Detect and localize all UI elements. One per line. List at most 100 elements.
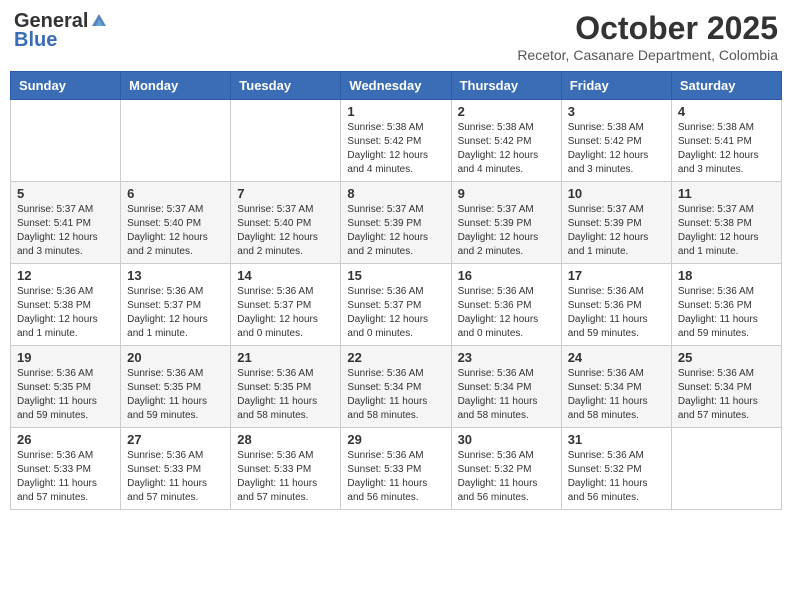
day-info: Sunrise: 5:36 AM Sunset: 5:34 PM Dayligh… — [347, 367, 444, 423]
day-info: Sunrise: 5:36 AM Sunset: 5:34 PM Dayligh… — [678, 367, 775, 423]
day-info: Sunrise: 5:36 AM Sunset: 5:32 PM Dayligh… — [458, 449, 555, 505]
day-number: 25 — [678, 350, 775, 365]
day-number: 9 — [458, 186, 555, 201]
calendar-table: Sunday Monday Tuesday Wednesday Thursday… — [10, 71, 782, 510]
weekday-header-row: Sunday Monday Tuesday Wednesday Thursday… — [11, 72, 782, 100]
day-number: 11 — [678, 186, 775, 201]
month-title: October 2025 — [517, 10, 778, 47]
calendar-cell: 8 Sunrise: 5:37 AM Sunset: 5:39 PM Daylig… — [341, 182, 451, 264]
calendar-cell: 26 Sunrise: 5:36 AM Sunset: 5:33 PM Dayli… — [11, 428, 121, 510]
logo-icon — [90, 12, 108, 30]
day-number: 30 — [458, 432, 555, 447]
day-info: Sunrise: 5:36 AM Sunset: 5:33 PM Dayligh… — [17, 449, 114, 505]
day-info: Sunrise: 5:36 AM Sunset: 5:37 PM Dayligh… — [347, 285, 444, 341]
day-info: Sunrise: 5:36 AM Sunset: 5:36 PM Dayligh… — [458, 285, 555, 341]
header-sunday: Sunday — [11, 72, 121, 100]
calendar-cell: 16 Sunrise: 5:36 AM Sunset: 5:36 PM Dayli… — [451, 264, 561, 346]
header-monday: Monday — [121, 72, 231, 100]
day-info: Sunrise: 5:37 AM Sunset: 5:39 PM Dayligh… — [347, 203, 444, 259]
day-number: 21 — [237, 350, 334, 365]
day-info: Sunrise: 5:36 AM Sunset: 5:34 PM Dayligh… — [458, 367, 555, 423]
calendar-week-4: 19 Sunrise: 5:36 AM Sunset: 5:35 PM Dayli… — [11, 346, 782, 428]
day-info: Sunrise: 5:38 AM Sunset: 5:42 PM Dayligh… — [347, 121, 444, 177]
calendar-cell: 15Sunrise: 5:36 AM Sunset: 5:37 PM Dayli… — [341, 264, 451, 346]
header-wednesday: Wednesday — [341, 72, 451, 100]
day-number: 6 — [127, 186, 224, 201]
day-info: Sunrise: 5:36 AM Sunset: 5:33 PM Dayligh… — [347, 449, 444, 505]
calendar-week-1: 1Sunrise: 5:38 AM Sunset: 5:42 PM Daylig… — [11, 100, 782, 182]
day-number: 31 — [568, 432, 665, 447]
day-info: Sunrise: 5:38 AM Sunset: 5:42 PM Dayligh… — [568, 121, 665, 177]
calendar-cell: 7Sunrise: 5:37 AM Sunset: 5:40 PM Daylig… — [231, 182, 341, 264]
calendar-cell: 29 Sunrise: 5:36 AM Sunset: 5:33 PM Dayli… — [341, 428, 451, 510]
calendar-cell: 24Sunrise: 5:36 AM Sunset: 5:34 PM Dayli… — [561, 346, 671, 428]
calendar-cell: 19 Sunrise: 5:36 AM Sunset: 5:35 PM Dayli… — [11, 346, 121, 428]
header-saturday: Saturday — [671, 72, 781, 100]
calendar-week-5: 26 Sunrise: 5:36 AM Sunset: 5:33 PM Dayli… — [11, 428, 782, 510]
day-number: 22 — [347, 350, 444, 365]
calendar-cell: 3 Sunrise: 5:38 AM Sunset: 5:42 PM Daylig… — [561, 100, 671, 182]
header-tuesday: Tuesday — [231, 72, 341, 100]
day-number: 27 — [127, 432, 224, 447]
day-info: Sunrise: 5:36 AM Sunset: 5:35 PM Dayligh… — [237, 367, 334, 423]
calendar-cell — [671, 428, 781, 510]
calendar-cell: 23 Sunrise: 5:36 AM Sunset: 5:34 PM Dayli… — [451, 346, 561, 428]
calendar-cell: 10Sunrise: 5:37 AM Sunset: 5:39 PM Dayli… — [561, 182, 671, 264]
calendar-cell: 17Sunrise: 5:36 AM Sunset: 5:36 PM Dayli… — [561, 264, 671, 346]
calendar-cell: 30 Sunrise: 5:36 AM Sunset: 5:32 PM Dayli… — [451, 428, 561, 510]
day-info: Sunrise: 5:36 AM Sunset: 5:33 PM Dayligh… — [127, 449, 224, 505]
calendar-cell: 2 Sunrise: 5:38 AM Sunset: 5:42 PM Daylig… — [451, 100, 561, 182]
day-number: 26 — [17, 432, 114, 447]
logo-blue: Blue — [14, 29, 57, 52]
day-number: 20 — [127, 350, 224, 365]
calendar-cell: 13 Sunrise: 5:36 AM Sunset: 5:37 PM Dayli… — [121, 264, 231, 346]
day-number: 8 — [347, 186, 444, 201]
day-number: 19 — [17, 350, 114, 365]
day-info: Sunrise: 5:36 AM Sunset: 5:37 PM Dayligh… — [237, 285, 334, 341]
calendar-cell: 18Sunrise: 5:36 AM Sunset: 5:36 PM Dayli… — [671, 264, 781, 346]
day-info: Sunrise: 5:36 AM Sunset: 5:35 PM Dayligh… — [127, 367, 224, 423]
day-number: 23 — [458, 350, 555, 365]
day-info: Sunrise: 5:37 AM Sunset: 5:39 PM Dayligh… — [568, 203, 665, 259]
calendar-body: 1Sunrise: 5:38 AM Sunset: 5:42 PM Daylig… — [11, 100, 782, 510]
day-number: 24 — [568, 350, 665, 365]
day-info: Sunrise: 5:36 AM Sunset: 5:37 PM Dayligh… — [127, 285, 224, 341]
calendar-cell: 12Sunrise: 5:36 AM Sunset: 5:38 PM Dayli… — [11, 264, 121, 346]
day-number: 5 — [17, 186, 114, 201]
day-info: Sunrise: 5:37 AM Sunset: 5:41 PM Dayligh… — [17, 203, 114, 259]
day-number: 29 — [347, 432, 444, 447]
day-number: 28 — [237, 432, 334, 447]
day-number: 4 — [678, 104, 775, 119]
calendar-cell: 20 Sunrise: 5:36 AM Sunset: 5:35 PM Dayli… — [121, 346, 231, 428]
calendar-cell — [231, 100, 341, 182]
calendar-cell: 28Sunrise: 5:36 AM Sunset: 5:33 PM Dayli… — [231, 428, 341, 510]
day-number: 14 — [237, 268, 334, 283]
calendar-cell: 27 Sunrise: 5:36 AM Sunset: 5:33 PM Dayli… — [121, 428, 231, 510]
calendar-cell: 1Sunrise: 5:38 AM Sunset: 5:42 PM Daylig… — [341, 100, 451, 182]
header-friday: Friday — [561, 72, 671, 100]
day-info: Sunrise: 5:37 AM Sunset: 5:40 PM Dayligh… — [237, 203, 334, 259]
day-number: 16 — [458, 268, 555, 283]
day-info: Sunrise: 5:37 AM Sunset: 5:39 PM Dayligh… — [458, 203, 555, 259]
calendar-cell: 31Sunrise: 5:36 AM Sunset: 5:32 PM Dayli… — [561, 428, 671, 510]
header: General Blue October 2025 Recetor, Casan… — [10, 10, 782, 63]
day-number: 17 — [568, 268, 665, 283]
calendar-cell: 21 Sunrise: 5:36 AM Sunset: 5:35 PM Dayli… — [231, 346, 341, 428]
calendar-cell: 11 Sunrise: 5:37 AM Sunset: 5:38 PM Dayli… — [671, 182, 781, 264]
day-info: Sunrise: 5:36 AM Sunset: 5:36 PM Dayligh… — [678, 285, 775, 341]
day-number: 12 — [17, 268, 114, 283]
day-number: 13 — [127, 268, 224, 283]
day-info: Sunrise: 5:38 AM Sunset: 5:41 PM Dayligh… — [678, 121, 775, 177]
day-info: Sunrise: 5:36 AM Sunset: 5:35 PM Dayligh… — [17, 367, 114, 423]
calendar-week-3: 12Sunrise: 5:36 AM Sunset: 5:38 PM Dayli… — [11, 264, 782, 346]
calendar-cell: 4 Sunrise: 5:38 AM Sunset: 5:41 PM Daylig… — [671, 100, 781, 182]
header-thursday: Thursday — [451, 72, 561, 100]
calendar-cell: 6Sunrise: 5:37 AM Sunset: 5:40 PM Daylig… — [121, 182, 231, 264]
day-number: 3 — [568, 104, 665, 119]
calendar-cell: 5 Sunrise: 5:37 AM Sunset: 5:41 PM Daylig… — [11, 182, 121, 264]
day-number: 2 — [458, 104, 555, 119]
calendar-week-2: 5 Sunrise: 5:37 AM Sunset: 5:41 PM Daylig… — [11, 182, 782, 264]
calendar-cell — [121, 100, 231, 182]
day-info: Sunrise: 5:38 AM Sunset: 5:42 PM Dayligh… — [458, 121, 555, 177]
day-info: Sunrise: 5:37 AM Sunset: 5:38 PM Dayligh… — [678, 203, 775, 259]
